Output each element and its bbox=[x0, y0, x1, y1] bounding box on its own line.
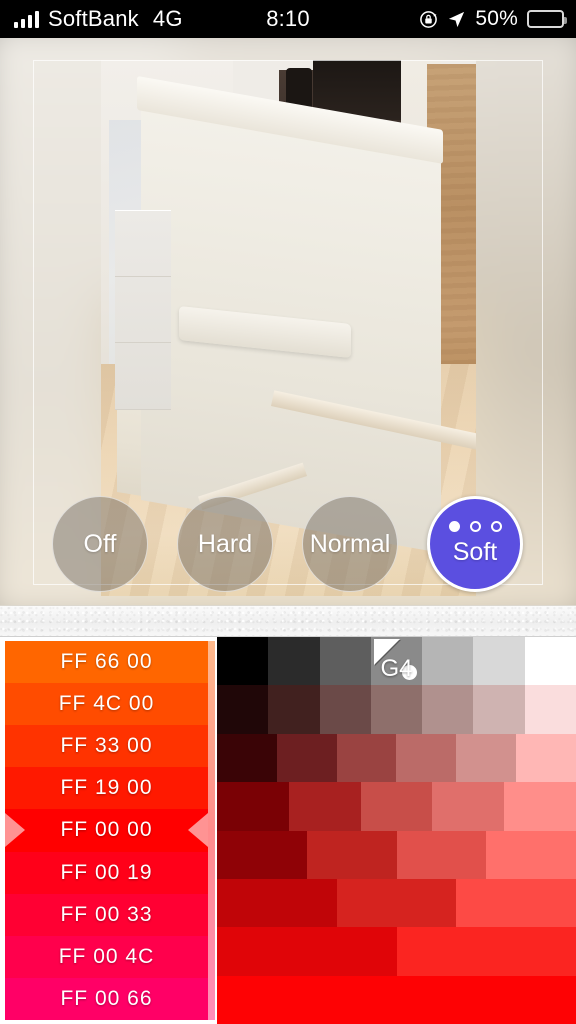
color-grid-row bbox=[217, 733, 576, 783]
color-grid-cell[interactable] bbox=[217, 637, 269, 686]
color-grid-cell[interactable] bbox=[319, 637, 371, 686]
color-grid-cell[interactable] bbox=[268, 685, 320, 734]
color-grid-cell[interactable] bbox=[396, 830, 487, 879]
color-shade-grid[interactable]: G4 bbox=[215, 637, 576, 1024]
color-swatch-label: FF 66 00 bbox=[60, 650, 153, 674]
color-grid-cell[interactable] bbox=[217, 830, 307, 879]
mode-label-off: Off bbox=[83, 529, 117, 558]
color-grid-cell[interactable] bbox=[422, 637, 474, 686]
color-grid-cell[interactable] bbox=[456, 733, 517, 783]
mode-button-soft[interactable]: Soft bbox=[427, 496, 523, 592]
color-grid-cell[interactable] bbox=[432, 782, 505, 831]
color-grid-cell[interactable] bbox=[473, 637, 525, 686]
color-swatch-label: FF 4C 00 bbox=[58, 692, 155, 716]
color-grid-cell[interactable] bbox=[516, 733, 576, 783]
color-grid-cell[interactable] bbox=[473, 685, 525, 734]
swatch-gradient-edge bbox=[208, 641, 215, 1020]
status-bar-right: 50% bbox=[419, 7, 576, 31]
color-grid-row bbox=[217, 830, 576, 879]
color-swatch[interactable]: FF 00 66 bbox=[5, 977, 208, 1020]
color-grid-cell[interactable] bbox=[396, 927, 576, 976]
color-swatch-label: FF 00 19 bbox=[60, 860, 153, 884]
color-grid-row bbox=[217, 685, 576, 734]
color-swatch[interactable]: FF 00 19 bbox=[5, 851, 208, 894]
color-grid-row bbox=[217, 975, 576, 1024]
mode-button-row: Off Hard Normal Soft bbox=[0, 496, 576, 596]
rotation-lock-icon bbox=[419, 10, 438, 29]
color-grid-row: G4 bbox=[217, 637, 576, 686]
strength-dots-indicator bbox=[448, 521, 502, 532]
camera-preview[interactable]: Off Hard Normal Soft bbox=[0, 38, 576, 605]
color-grid-cell-label: G4 bbox=[380, 655, 413, 683]
mode-button-hard[interactable]: Hard bbox=[177, 496, 273, 592]
color-swatch-label: FF 00 4C bbox=[58, 944, 155, 968]
color-swatch-list[interactable]: FF 66 00 FF 4C 00 FF 33 00 FF 19 00 FF 00 00… bbox=[0, 637, 215, 1024]
color-swatch-label: FF 00 33 bbox=[60, 902, 153, 926]
color-grid-cell[interactable] bbox=[276, 733, 337, 783]
color-grid-cell-selected[interactable]: G4 bbox=[370, 637, 423, 686]
color-grid-cell[interactable] bbox=[217, 733, 277, 783]
color-grid-cell[interactable] bbox=[422, 685, 474, 734]
color-grid-cell[interactable] bbox=[396, 733, 457, 783]
color-grid-row bbox=[217, 782, 576, 831]
color-grid-cell[interactable] bbox=[370, 685, 423, 734]
color-grid-cell[interactable] bbox=[486, 830, 576, 879]
color-swatch-label: FF 00 66 bbox=[60, 986, 153, 1010]
battery-percent-label: 50% bbox=[475, 7, 518, 30]
app-root: SoftBank 4G 8:10 50% Off Hard Normal Sof… bbox=[0, 0, 576, 1024]
swatch-selector-right-arrow bbox=[188, 813, 208, 848]
battery-icon bbox=[527, 10, 567, 28]
color-grid-row bbox=[217, 927, 576, 976]
color-swatch[interactable]: FF 66 00 bbox=[5, 641, 208, 684]
color-grid-cell[interactable] bbox=[217, 975, 576, 1024]
color-grid-cell[interactable] bbox=[360, 782, 433, 831]
mode-label-normal: Normal bbox=[309, 529, 391, 558]
color-grid-cell[interactable] bbox=[217, 927, 397, 976]
color-grid-cell[interactable] bbox=[217, 685, 269, 734]
texture-separator bbox=[0, 605, 576, 637]
color-grid-cell[interactable] bbox=[524, 685, 576, 734]
color-grid-cell[interactable] bbox=[456, 878, 576, 928]
color-grid-cell[interactable] bbox=[336, 878, 457, 928]
color-swatch[interactable]: FF 00 00 bbox=[5, 809, 208, 852]
color-grid-cell[interactable] bbox=[336, 733, 397, 783]
color-grid-cell[interactable] bbox=[288, 782, 361, 831]
swatch-selector-left-arrow bbox=[5, 813, 25, 848]
color-grid-cell[interactable] bbox=[217, 878, 337, 928]
color-grid-cell[interactable] bbox=[306, 830, 397, 879]
color-swatch[interactable]: FF 00 4C bbox=[5, 935, 208, 978]
color-swatch-label: FF 33 00 bbox=[60, 734, 153, 758]
color-grid-cell[interactable] bbox=[268, 637, 320, 686]
location-arrow-icon bbox=[447, 10, 466, 29]
color-grid-cell[interactable] bbox=[504, 782, 576, 831]
color-swatch[interactable]: FF 4C 00 bbox=[5, 683, 208, 726]
mode-button-normal[interactable]: Normal bbox=[302, 496, 398, 592]
color-swatch[interactable]: FF 33 00 bbox=[5, 725, 208, 768]
color-swatch-label: FF 19 00 bbox=[60, 776, 153, 800]
color-grid-cell[interactable] bbox=[524, 637, 576, 686]
status-bar: SoftBank 4G 8:10 50% bbox=[0, 0, 576, 38]
color-swatch[interactable]: FF 19 00 bbox=[5, 767, 208, 810]
mode-label-hard: Hard bbox=[197, 529, 253, 558]
color-picker-panel: FF 66 00 FF 4C 00 FF 33 00 FF 19 00 FF 00 00… bbox=[0, 637, 576, 1024]
color-grid-cell[interactable] bbox=[319, 685, 371, 734]
mode-label-soft: Soft bbox=[452, 538, 498, 566]
color-grid-row bbox=[217, 878, 576, 928]
color-swatch-label: FF 00 00 bbox=[60, 818, 153, 842]
color-grid-cell[interactable] bbox=[217, 782, 289, 831]
color-swatch[interactable]: FF 00 33 bbox=[5, 893, 208, 936]
mode-button-off[interactable]: Off bbox=[52, 496, 148, 592]
